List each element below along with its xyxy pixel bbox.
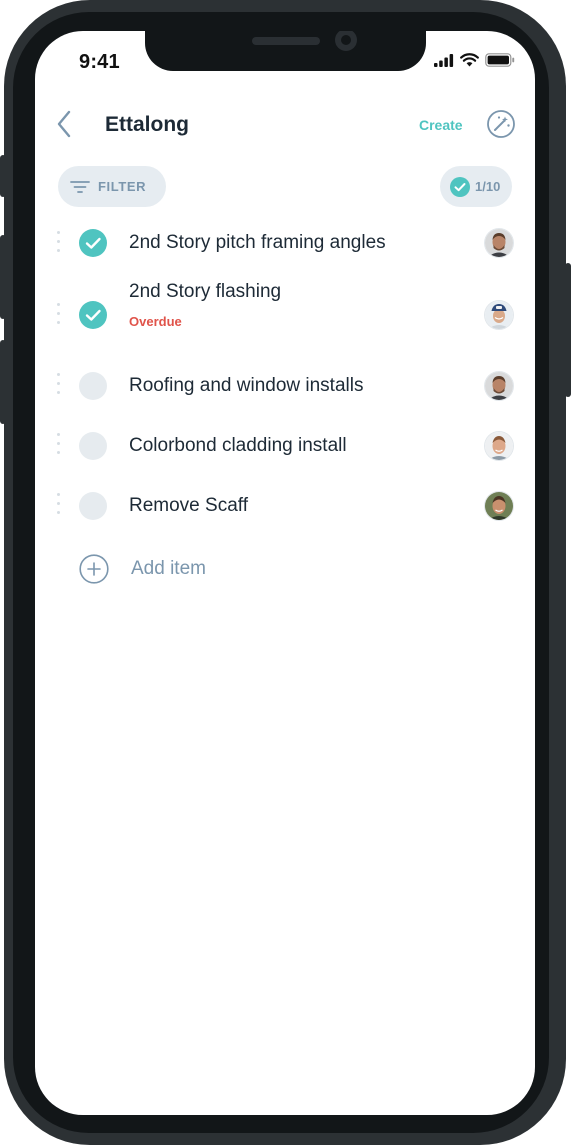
create-link[interactable]: Create — [419, 117, 463, 133]
mute-switch — [0, 155, 6, 197]
progress-count: 1/10 — [475, 179, 501, 194]
filter-icon — [70, 180, 90, 193]
task-title[interactable]: 2nd Story flashing — [129, 281, 281, 303]
progress-badge: 1/10 — [440, 166, 512, 207]
wifi-icon — [460, 53, 479, 67]
volume-up-button — [0, 235, 6, 319]
drag-handle[interactable] — [57, 433, 61, 457]
task-row[interactable]: Roofing and window installs — [35, 363, 535, 407]
task-row[interactable]: 2nd Story pitch framing angles — [35, 221, 535, 265]
assignee-avatar[interactable] — [485, 229, 513, 257]
plus-circle-icon — [79, 554, 109, 584]
drag-handle[interactable] — [57, 303, 61, 327]
chevron-left-icon — [57, 110, 71, 138]
speaker — [252, 37, 320, 45]
battery-icon — [485, 53, 515, 67]
back-button[interactable] — [53, 107, 77, 141]
status-time: 9:41 — [79, 51, 120, 73]
person-avatar-icon — [485, 229, 513, 257]
person-avatar-icon — [485, 492, 513, 520]
power-button — [565, 263, 571, 397]
drag-handle[interactable] — [57, 493, 61, 517]
task-checkbox[interactable] — [79, 432, 107, 460]
task-row[interactable]: Colorbond cladding install — [35, 423, 535, 467]
filter-label: FILTER — [98, 179, 147, 194]
task-row[interactable]: 2nd Story flashing Overdue — [35, 279, 535, 351]
task-title[interactable]: Remove Scaff — [129, 495, 248, 517]
page-title: Ettalong — [105, 113, 189, 136]
drag-handle[interactable] — [57, 373, 61, 397]
status-icons — [434, 53, 515, 67]
task-checkbox[interactable] — [79, 492, 107, 520]
assignee-avatar[interactable] — [485, 432, 513, 460]
drag-handle[interactable] — [57, 231, 61, 255]
volume-down-button — [0, 340, 6, 424]
header: Ettalong Create — [35, 105, 535, 145]
magic-wand-button[interactable] — [486, 109, 516, 139]
checkmark-icon — [85, 237, 101, 249]
task-title[interactable]: Roofing and window installs — [129, 375, 363, 397]
filter-button[interactable]: FILTER — [58, 166, 166, 207]
add-item-label: Add item — [131, 558, 206, 579]
screen: 9:41 Ettalong Create FILTER 1/10 2nd Sto… — [35, 31, 535, 1115]
task-title[interactable]: Colorbond cladding install — [129, 435, 347, 457]
person-avatar-icon — [485, 301, 513, 329]
task-checkbox[interactable] — [79, 301, 107, 329]
overdue-label: Overdue — [129, 314, 182, 329]
assignee-avatar[interactable] — [485, 492, 513, 520]
signal-icon — [434, 53, 454, 67]
notch — [145, 31, 426, 71]
assignee-avatar[interactable] — [485, 301, 513, 329]
task-row[interactable]: Remove Scaff — [35, 483, 535, 527]
task-checkbox[interactable] — [79, 372, 107, 400]
person-avatar-icon — [485, 372, 513, 400]
task-title[interactable]: 2nd Story pitch framing angles — [129, 232, 386, 254]
assignee-avatar[interactable] — [485, 372, 513, 400]
task-checkbox[interactable] — [79, 229, 107, 257]
add-item-button[interactable]: Add item — [79, 554, 279, 584]
front-camera — [335, 31, 357, 51]
checkmark-icon — [85, 309, 101, 321]
person-avatar-icon — [485, 432, 513, 460]
check-circle-icon — [450, 176, 470, 197]
magic-wand-icon — [487, 110, 515, 138]
